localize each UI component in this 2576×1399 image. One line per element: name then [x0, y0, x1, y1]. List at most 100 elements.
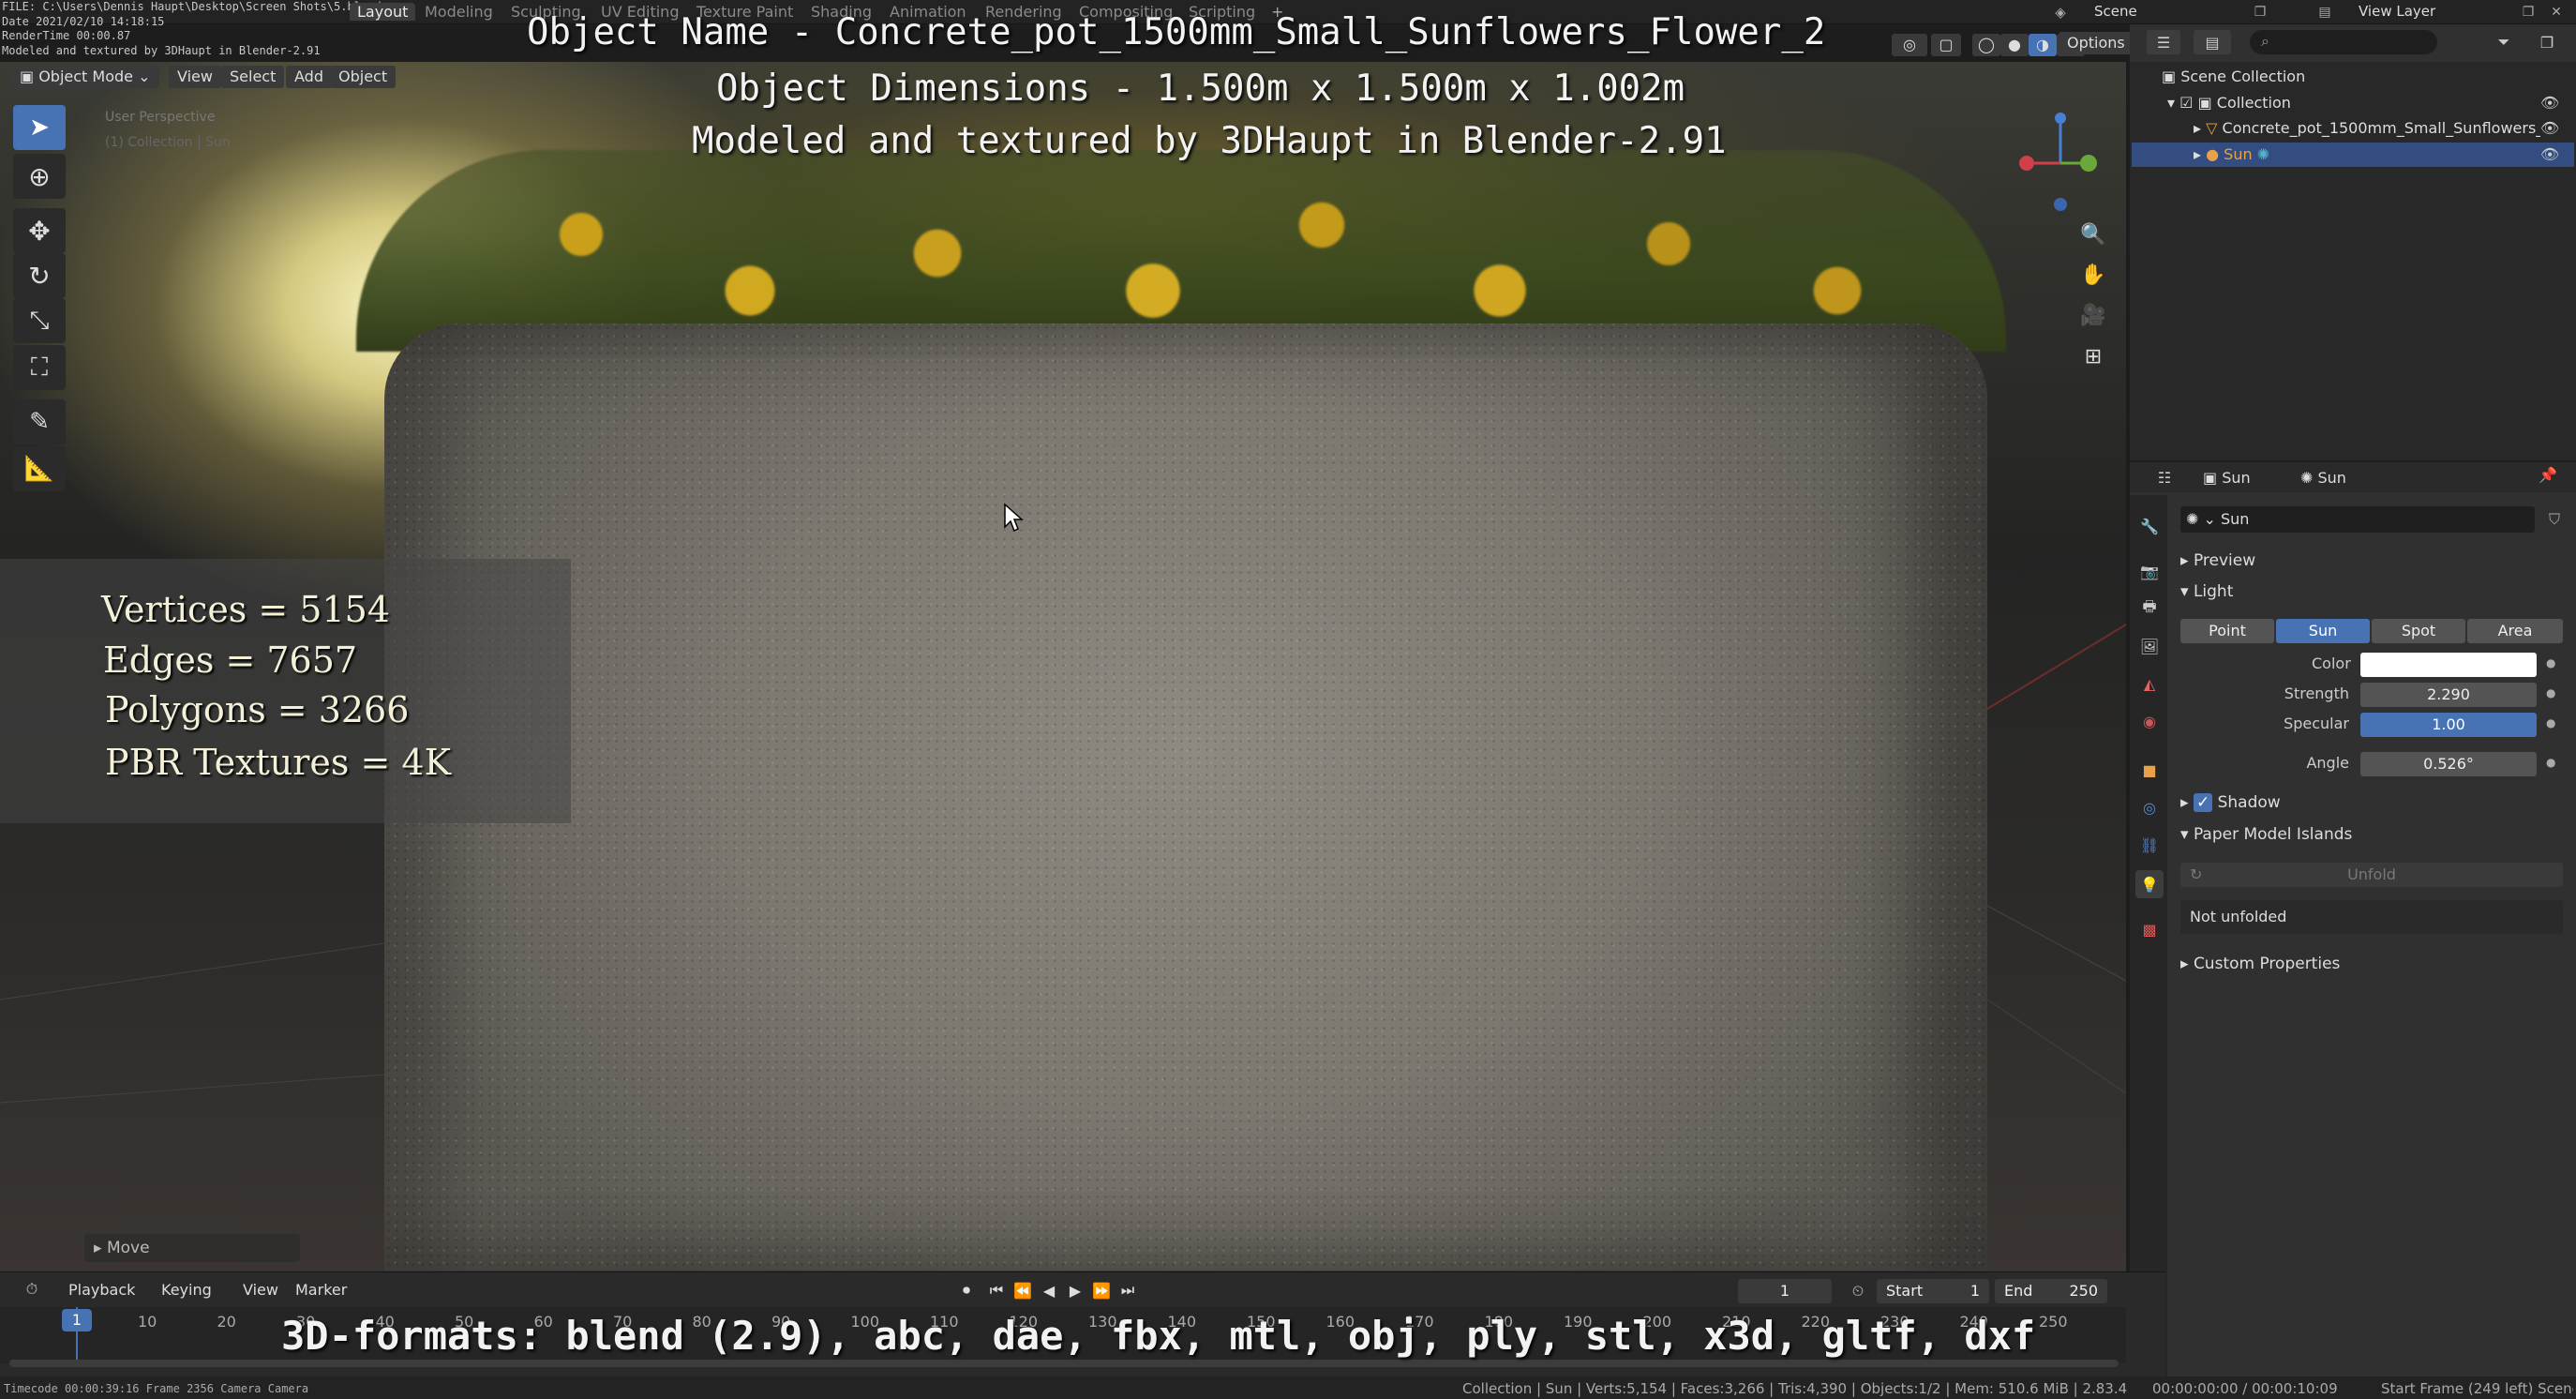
physics-tab-icon[interactable]: ◎: [2137, 795, 2162, 820]
keyframe-dot-icon[interactable]: ●: [2546, 656, 2555, 669]
checkbox-icon[interactable]: ☑: [2179, 94, 2197, 112]
output-tab-icon[interactable]: 🖶: [2137, 596, 2162, 621]
paper-model-panel-header[interactable]: ▾ Paper Model Islands: [2180, 825, 2352, 844]
gizmo-z-axis[interactable]: [2055, 113, 2066, 124]
display-mode-icon[interactable]: ▤: [2194, 30, 2231, 54]
collection-row[interactable]: ▾ ☑ ▣ Collection: [2167, 94, 2291, 112]
solid-shading-button[interactable]: ●: [2000, 34, 2029, 56]
play-reverse-icon[interactable]: ◀: [1039, 1279, 1059, 1301]
tab-modeling[interactable]: Modeling: [425, 3, 493, 21]
light-data-tab-icon[interactable]: 💡: [2135, 870, 2164, 898]
overlays-toggle[interactable]: ◎: [1892, 34, 1927, 56]
view-layer-tab-icon[interactable]: 🖼: [2137, 634, 2162, 658]
light-panel-header[interactable]: ▾ Light: [2180, 582, 2233, 601]
editor-type-icon[interactable]: ☰: [2147, 30, 2180, 54]
light-type-sun[interactable]: Sun: [2276, 619, 2370, 643]
remove-view-layer-icon[interactable]: ✕: [2546, 2, 2567, 23]
prev-keyframe-icon[interactable]: ⏪: [1012, 1279, 1033, 1301]
new-collection-icon[interactable]: ❐: [2531, 30, 2563, 54]
navigation-gizmo[interactable]: [2006, 98, 2109, 219]
color-swatch[interactable]: [2360, 653, 2537, 677]
unfold-button[interactable]: ↻ Unfold: [2180, 863, 2563, 887]
keyframe-dot-icon[interactable]: ●: [2546, 686, 2555, 700]
camera-view-button[interactable]: 🎥: [2074, 298, 2113, 332]
timeline-scrollbar[interactable]: [9, 1360, 2119, 1367]
rotate-tool[interactable]: ↻: [13, 253, 66, 298]
light-type-point[interactable]: Point: [2180, 619, 2274, 643]
cursor-tool[interactable]: ⊕: [13, 154, 66, 199]
jump-end-icon[interactable]: ⏭: [1117, 1279, 1138, 1301]
texture-tab-icon[interactable]: ▩: [2137, 917, 2162, 941]
eye-icon[interactable]: 👁: [2540, 94, 2559, 112]
scene-selector[interactable]: Scene: [2094, 3, 2137, 20]
measure-tool[interactable]: 📐: [13, 446, 66, 491]
light-type-spot[interactable]: Spot: [2372, 619, 2465, 643]
specular-field[interactable]: 1.00: [2360, 713, 2537, 737]
preview-panel-header[interactable]: ▸ Preview: [2180, 551, 2255, 570]
pin-icon[interactable]: 📌: [2539, 466, 2557, 484]
end-frame-field[interactable]: End 250: [1995, 1279, 2107, 1303]
light-type-area[interactable]: Area: [2467, 619, 2563, 643]
outliner-search-input[interactable]: ⌕: [2250, 30, 2437, 54]
xray-toggle[interactable]: ▢: [1931, 34, 1961, 56]
keying-menu[interactable]: Keying: [153, 1279, 220, 1301]
select-menu[interactable]: Select: [221, 66, 285, 88]
playhead-frame[interactable]: 1: [62, 1309, 92, 1331]
light-datablock-selector[interactable]: ✺ ⌄ Sun: [2186, 510, 2249, 528]
scene-icon[interactable]: ◈: [2049, 2, 2072, 23]
scene-collection-row[interactable]: ▣ Scene Collection: [2162, 68, 2305, 85]
next-keyframe-icon[interactable]: ⏩: [1091, 1279, 1112, 1301]
shadow-panel-header[interactable]: ▸ ✓ Shadow: [2180, 793, 2281, 812]
jump-start-icon[interactable]: ⏮: [986, 1279, 1007, 1301]
fake-user-shield-icon[interactable]: ⛉: [2542, 506, 2567, 533]
add-menu[interactable]: Add: [286, 66, 332, 88]
object-mode-dropdown[interactable]: ▣ Object Mode ⌄: [11, 66, 159, 88]
gizmo-neg-z-axis[interactable]: [2054, 198, 2067, 211]
keyframe-dot-icon[interactable]: ●: [2546, 756, 2555, 769]
scale-tool[interactable]: ⤡: [13, 298, 66, 343]
tool-tab-icon[interactable]: 🔧: [2137, 514, 2162, 538]
shadow-checkbox[interactable]: ✓: [2193, 793, 2213, 812]
marker-menu[interactable]: Marker: [287, 1279, 355, 1301]
transform-tool[interactable]: ⛶: [13, 345, 66, 390]
zoom-button[interactable]: 🔍: [2074, 218, 2113, 251]
annotate-tool[interactable]: ✎: [13, 399, 66, 444]
object-menu[interactable]: Object: [330, 66, 397, 88]
play-icon[interactable]: ▶: [1065, 1279, 1086, 1301]
last-operator-panel[interactable]: ▸ Move: [84, 1234, 300, 1262]
filter-icon[interactable]: ⏷: [2488, 30, 2520, 54]
keyframe-dot-icon[interactable]: ●: [2546, 716, 2555, 730]
editor-type-icon[interactable]: ⏱: [15, 1277, 49, 1301]
new-view-layer-icon[interactable]: ❐: [2518, 2, 2539, 23]
gizmo-x-axis[interactable]: [2019, 156, 2034, 171]
view-layer-selector[interactable]: View Layer: [2359, 3, 2435, 20]
outliner-item-pot[interactable]: ▸ ▽ Concrete_pot_1500mm_Small_Sunflowers…: [2194, 119, 2540, 137]
strength-field[interactable]: 2.290: [2360, 683, 2537, 707]
playback-menu[interactable]: Playback: [60, 1279, 143, 1301]
pan-button[interactable]: ✋: [2074, 258, 2113, 292]
ortho-toggle-button[interactable]: ⊞: [2074, 339, 2113, 373]
view-menu-timeline[interactable]: View: [234, 1279, 287, 1301]
start-frame-field[interactable]: Start 1: [1877, 1279, 1989, 1303]
options-dropdown[interactable]: Options: [2059, 32, 2134, 54]
tab-layout[interactable]: Layout: [350, 3, 416, 21]
new-scene-icon[interactable]: ❐: [2250, 2, 2270, 23]
gizmo-y-axis[interactable]: [2080, 155, 2097, 172]
eye-icon[interactable]: 👁: [2540, 145, 2559, 163]
current-frame-field[interactable]: 1: [1738, 1279, 1832, 1303]
clock-icon[interactable]: ⏲: [1847, 1279, 1869, 1303]
constraints-tab-icon[interactable]: ⛓: [2137, 833, 2162, 857]
move-tool[interactable]: ✥: [13, 208, 66, 253]
eye-icon[interactable]: 👁: [2540, 119, 2559, 137]
angle-field[interactable]: 0.526°: [2360, 752, 2537, 776]
properties-editor-icon[interactable]: ☷: [2147, 466, 2182, 489]
custom-properties-panel-header[interactable]: ▸ Custom Properties: [2180, 955, 2340, 973]
wireframe-shading-button[interactable]: ◯: [1972, 34, 2000, 56]
world-tab-icon[interactable]: ◉: [2137, 709, 2162, 733]
scene-tab-icon[interactable]: ◭: [2137, 671, 2162, 696]
outliner-item-sun-content[interactable]: ▸ ● Sun ✺: [2194, 145, 2269, 163]
outliner[interactable]: [2130, 24, 2576, 460]
material-shading-button[interactable]: ◑: [2029, 34, 2057, 56]
render-tab-icon[interactable]: 📷: [2137, 559, 2162, 583]
object-tab-icon[interactable]: ■: [2137, 758, 2162, 782]
